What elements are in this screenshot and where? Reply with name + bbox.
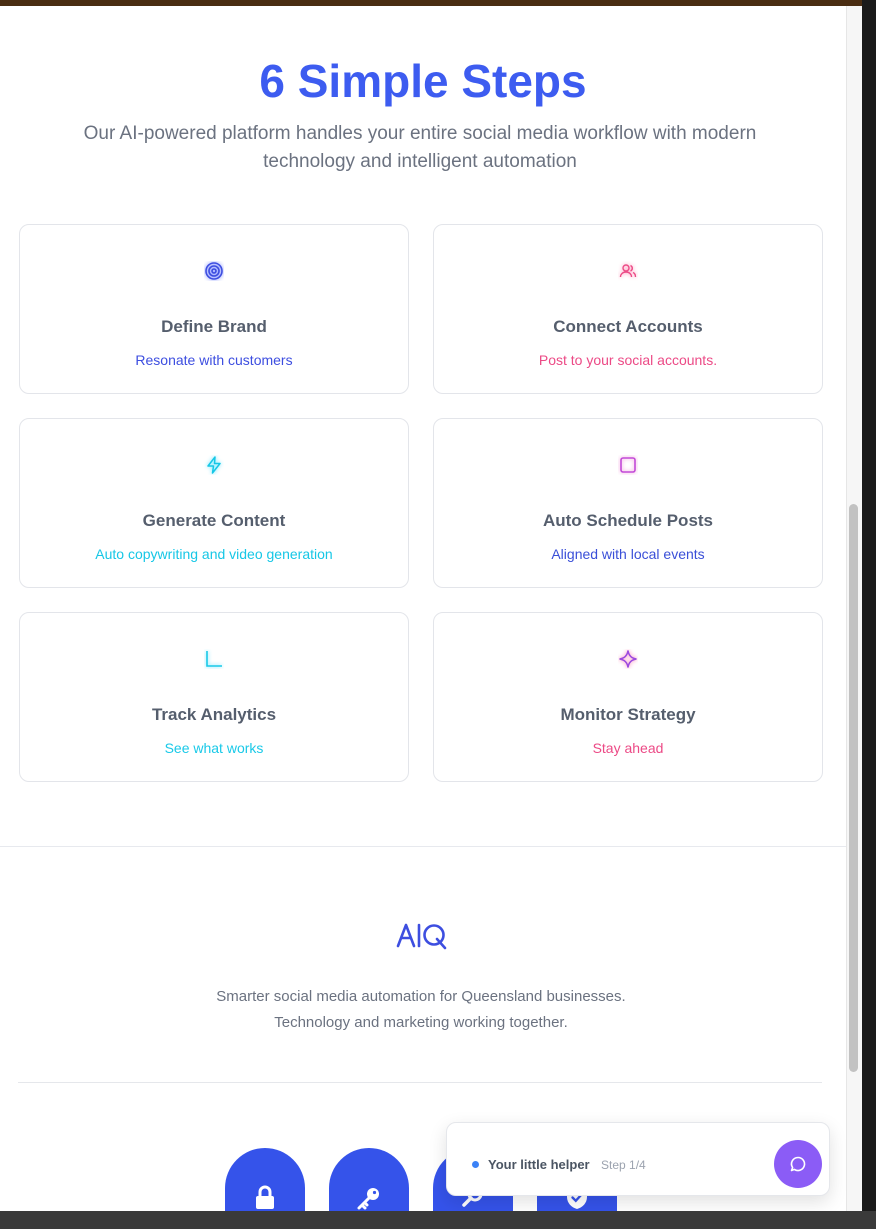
step-title: Connect Accounts [553, 317, 703, 336]
users-icon [618, 261, 638, 281]
step-card-generate-content: Generate Content Auto copywriting and vi… [19, 418, 409, 588]
security-badge-lock[interactable] [225, 1148, 305, 1211]
chart-axis-icon [204, 649, 224, 669]
helper-step-indicator: Step 1/4 [601, 1158, 646, 1172]
step-title: Define Brand [161, 317, 267, 336]
step-subtitle: See what works [164, 740, 264, 756]
step-subtitle: Aligned with local events [551, 546, 705, 562]
key-icon [357, 1188, 379, 1210]
step-card-auto-schedule: Auto Schedule Posts Aligned with local e… [433, 418, 823, 588]
step-subtitle: Stay ahead [592, 740, 664, 756]
chat-button[interactable] [774, 1140, 822, 1188]
status-dot [472, 1161, 479, 1168]
tagline-line-1: Smarter social media automation for Quee… [216, 988, 626, 1005]
helper-label: Your little helper [488, 1157, 590, 1172]
target-icon [204, 261, 224, 281]
sparkle-icon [618, 649, 638, 669]
scrollbar-thumb[interactable] [849, 504, 858, 1072]
section-title: 6 Simple Steps [259, 55, 587, 107]
step-subtitle: Auto copywriting and video generation [95, 546, 333, 562]
aiq-logo[interactable] [396, 920, 448, 950]
helper-widget[interactable]: Your little helper Step 1/4 [446, 1122, 830, 1196]
page-viewport: 6 Simple Steps Our AI-powered platform h… [0, 6, 846, 1211]
step-title: Monitor Strategy [560, 705, 696, 724]
step-title: Auto Schedule Posts [542, 511, 714, 530]
section-divider [0, 846, 846, 847]
step-subtitle: Post to your social accounts. [538, 352, 718, 368]
step-card-monitor-strategy: Monitor Strategy Stay ahead [433, 612, 823, 782]
step-title: Generate Content [142, 511, 286, 530]
tagline-line-2: Technology and marketing working togethe… [274, 1014, 568, 1031]
footer-divider [18, 1082, 822, 1083]
background-window-edge [862, 0, 876, 1229]
lightning-icon [204, 455, 224, 475]
section-subtitle: Our AI-powered platform handles your ent… [83, 123, 757, 172]
step-card-connect-accounts: Connect Accounts Post to your social acc… [433, 224, 823, 394]
chat-bubble-icon [790, 1156, 806, 1172]
window-bottom-edge [0, 1211, 876, 1229]
footer-tagline: Smarter social media automation for Quee… [0, 984, 842, 1036]
step-card-define-brand: Define Brand Resonate with customers [19, 224, 409, 394]
security-badge-key[interactable] [329, 1148, 409, 1211]
step-card-track-analytics: Track Analytics See what works [19, 612, 409, 782]
square-icon [618, 455, 638, 475]
step-subtitle: Resonate with customers [135, 352, 293, 368]
lock-icon [256, 1185, 274, 1209]
step-title: Track Analytics [151, 705, 277, 724]
